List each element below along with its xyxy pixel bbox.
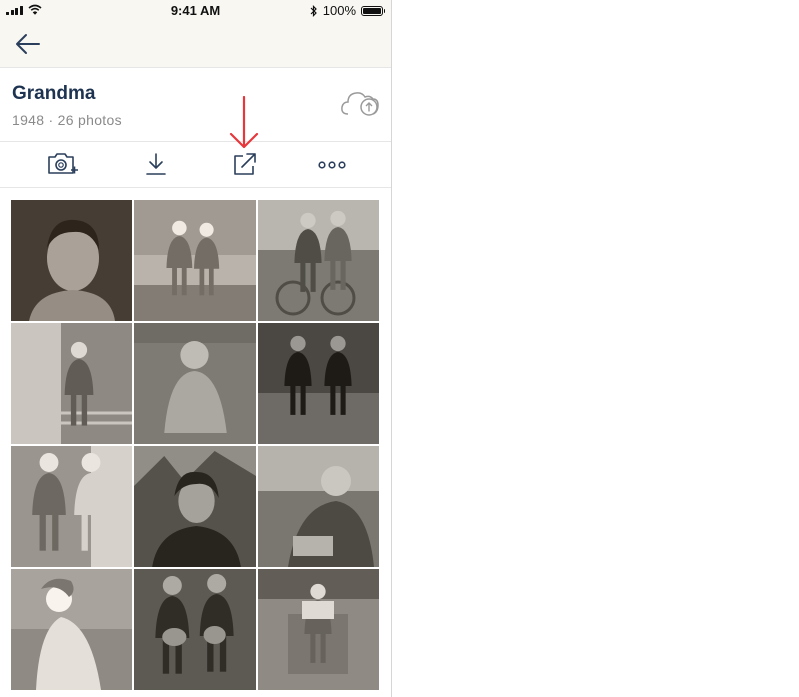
album-subtitle: 1948 · 26 photos: [12, 112, 122, 128]
battery-percentage: 100%: [322, 3, 356, 18]
navigation-bar: 9:41 AM 100%: [0, 0, 391, 67]
photo-image: [11, 323, 132, 444]
photo-thumbnail[interactable]: [258, 200, 379, 321]
photo-image: [11, 200, 132, 321]
photo-image: [258, 323, 379, 444]
album-title: Grandma: [12, 83, 96, 104]
photo-image: [258, 446, 379, 567]
share-external-icon: [234, 153, 256, 175]
status-bar: 9:41 AM 100%: [0, 0, 391, 22]
photo-thumbnail[interactable]: [134, 200, 256, 321]
photo-thumbnail[interactable]: [11, 200, 132, 321]
red-arrow-annotation: [229, 96, 259, 149]
camera-add-icon: [48, 153, 78, 174]
add-photo-button[interactable]: [47, 151, 79, 177]
share-button[interactable]: [232, 151, 258, 177]
photo-thumbnail[interactable]: [258, 569, 379, 690]
album-header: Grandma 1948 · 26 photos: [0, 67, 391, 142]
download-icon: [146, 153, 166, 175]
cloud-upload-button[interactable]: [340, 88, 380, 118]
photo-image: [258, 200, 379, 321]
photo-image: [11, 446, 132, 567]
photo-thumbnail[interactable]: [258, 446, 379, 567]
photo-thumbnail[interactable]: [11, 446, 132, 567]
photo-thumbnail[interactable]: [11, 569, 132, 690]
photo-image: [134, 200, 256, 321]
phone-screen: 9:41 AM 100% Grandma 1948 · 26 photos: [0, 0, 392, 697]
back-button[interactable]: [14, 32, 42, 56]
photo-grid: [11, 200, 381, 690]
photo-image: [134, 446, 256, 567]
more-options-button[interactable]: [318, 151, 346, 177]
back-arrow-icon: [16, 34, 40, 54]
photo-thumbnail[interactable]: [134, 569, 256, 690]
more-options-icon: [318, 161, 346, 169]
photo-image: [134, 569, 256, 690]
photo-thumbnail[interactable]: [11, 323, 132, 444]
photo-thumbnail[interactable]: [134, 446, 256, 567]
album-toolbar: [0, 142, 391, 188]
photo-thumbnail[interactable]: [258, 323, 379, 444]
download-button[interactable]: [143, 151, 169, 177]
photo-image: [134, 323, 256, 444]
battery-icon: [361, 5, 385, 16]
photo-image: [11, 569, 132, 690]
bluetooth-icon: [310, 4, 317, 17]
photo-thumbnail[interactable]: [134, 323, 256, 444]
cloud-upload-icon: [341, 92, 379, 116]
photo-image: [258, 569, 379, 690]
